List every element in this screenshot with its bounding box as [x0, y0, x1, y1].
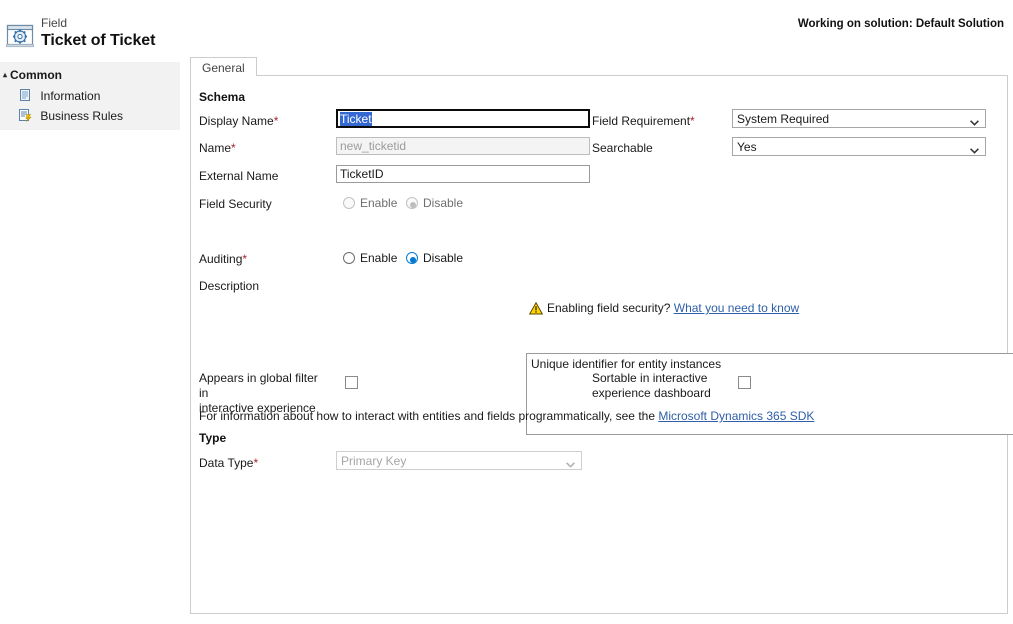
required-marker: * — [242, 252, 247, 266]
global-filter-checkbox[interactable] — [345, 376, 358, 389]
sortable-label: Sortable in interactive experience dashb… — [592, 371, 722, 401]
radio-ring-icon — [343, 252, 355, 264]
field-security-label: Field Security — [199, 197, 272, 211]
data-type-label: Data Type* — [199, 456, 258, 470]
display-name-input[interactable] — [336, 109, 590, 128]
field-requirement-label: Field Requirement* — [592, 114, 695, 128]
sidebar-nav: ▾Common Information Business Rules — [0, 62, 180, 130]
name-input — [336, 137, 590, 155]
solution-status-label: Working on solution: Default Solution — [798, 18, 1004, 30]
business-rules-icon — [18, 108, 32, 122]
sdk-note: For information about how to interact wi… — [199, 409, 814, 424]
tab-general-label: General — [202, 61, 245, 75]
radio-ring-icon — [343, 197, 355, 209]
type-section-heading: Type — [199, 431, 226, 445]
radio-ring-icon — [406, 197, 418, 209]
sidebar-item-business-rules[interactable]: Business Rules — [18, 106, 123, 124]
sortable-label-line2: experience dashboard — [592, 386, 711, 400]
chevron-down-icon — [970, 115, 979, 121]
sortable-checkbox[interactable] — [738, 376, 751, 389]
dynamics-365-sdk-link[interactable]: Microsoft Dynamics 365 SDK — [658, 409, 814, 423]
field-form-panel: Schema Display Name* Name* External Name… — [190, 76, 1008, 614]
field-requirement-value: System Required — [737, 112, 829, 126]
required-marker: * — [231, 141, 236, 155]
auditing-disable-label: Disable — [423, 251, 463, 266]
radio-dot-icon — [410, 257, 416, 263]
sidebar-item-information[interactable]: Information — [18, 86, 100, 104]
tab-general[interactable]: General — [190, 57, 257, 76]
external-name-input[interactable] — [336, 165, 590, 183]
searchable-label: Searchable — [592, 141, 653, 155]
required-marker: * — [274, 114, 279, 128]
data-type-value: Primary Key — [341, 454, 406, 468]
required-marker: * — [253, 456, 258, 470]
sidebar-item-label: Business Rules — [40, 107, 123, 125]
schema-section-heading: Schema — [199, 90, 245, 104]
name-label: Name* — [199, 141, 236, 155]
page-title: Ticket of Ticket — [41, 31, 155, 51]
searchable-value: Yes — [737, 140, 757, 154]
radio-dot-icon — [410, 202, 416, 208]
required-marker: * — [690, 114, 695, 128]
sidebar-item-label: Information — [40, 87, 100, 105]
field-window-gear-icon — [6, 23, 36, 49]
what-you-need-to-know-link[interactable]: What you need to know — [674, 301, 799, 315]
tab-strip: General — [190, 57, 1008, 76]
searchable-select[interactable]: Yes — [732, 137, 986, 156]
page-header: Field Ticket of Ticket Working on soluti… — [0, 0, 1013, 62]
data-type-select: Primary Key — [336, 451, 582, 470]
warning-triangle-icon — [529, 302, 543, 315]
field-requirement-select[interactable]: System Required — [732, 109, 986, 128]
external-name-label: External Name — [199, 169, 278, 183]
sidebar-group-common[interactable]: ▾Common — [0, 68, 62, 82]
field-security-enable-label: Enable — [360, 196, 397, 211]
global-filter-label-line1: Appears in global filter in — [199, 371, 318, 400]
chevron-collapse-icon: ▾ — [3, 71, 7, 80]
radio-ring-icon — [406, 252, 418, 264]
header-entity-kind: Field — [41, 16, 155, 30]
chevron-down-icon — [970, 143, 979, 149]
display-name-label: Display Name* — [199, 114, 278, 128]
sortable-label-line1: Sortable in interactive — [592, 371, 707, 385]
header-titles: Field Ticket of Ticket — [41, 16, 155, 51]
information-document-icon — [18, 88, 32, 102]
field-security-disable-label: Disable — [423, 196, 463, 211]
auditing-label: Auditing* — [199, 252, 247, 266]
auditing-enable-label: Enable — [360, 251, 397, 266]
field-security-warning-text: Enabling field security? What you need t… — [547, 301, 799, 316]
chevron-down-icon — [566, 457, 575, 463]
description-label: Description — [199, 279, 259, 293]
sidebar-group-label: Common — [10, 68, 62, 82]
